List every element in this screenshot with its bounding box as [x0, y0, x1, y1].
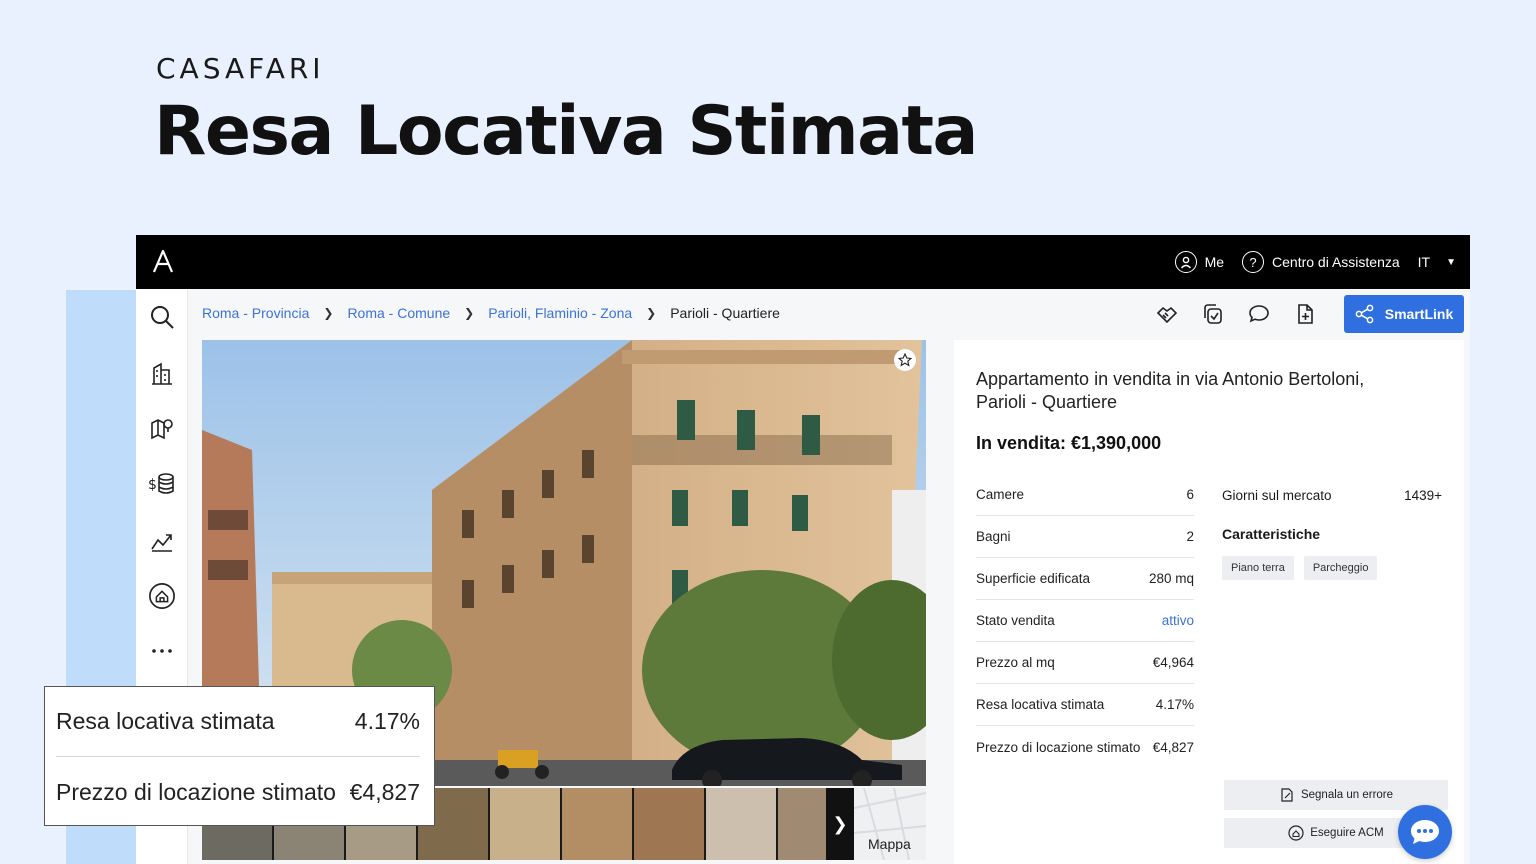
help-label: Centro di Assistenza — [1272, 254, 1400, 270]
fact-row: Prezzo al mq €4,964 — [976, 642, 1194, 684]
fact-value: 2 — [1186, 529, 1194, 544]
fact-row: Stato vendita attivo — [976, 600, 1194, 642]
fact-label: Superficie edificata — [976, 571, 1091, 586]
search-icon[interactable] — [148, 303, 176, 331]
fact-value: 6 — [1186, 487, 1194, 502]
fact-row: Bagni 2 — [976, 516, 1194, 558]
fact-label: Camere — [976, 487, 1025, 502]
smartlink-button[interactable]: SmartLink — [1344, 295, 1464, 333]
thumbnail[interactable] — [562, 788, 632, 860]
thumbnail[interactable] — [706, 788, 776, 860]
casafari-logo-icon[interactable] — [150, 248, 176, 274]
callout-yield-row: Resa locativa stimata 4.17% — [56, 687, 420, 757]
chevron-right-icon[interactable]: ❯ — [826, 788, 854, 860]
listing-detail-card: Appartamento in vendita in via Antonio B… — [954, 340, 1464, 864]
fact-row: Resa locativa stimata 4.17% — [976, 684, 1194, 726]
help-center-link[interactable]: ? Centro di Assistenza — [1242, 251, 1400, 273]
map-pin-icon[interactable] — [148, 414, 176, 442]
features-title: Caratteristiche — [1222, 526, 1321, 542]
fact-label: Stato vendita — [976, 613, 1055, 628]
breadcrumb-zone[interactable]: Parioli, Flaminio - Zona — [488, 305, 632, 321]
breadcrumb-province[interactable]: Roma - Provincia — [202, 305, 309, 321]
language-select[interactable]: IT ▼ — [1418, 254, 1456, 270]
report-error-button[interactable]: Segnala un errore — [1224, 780, 1448, 810]
money-stack-icon[interactable]: $ — [148, 470, 176, 498]
chart-icon[interactable] — [148, 526, 176, 554]
chevron-right-icon: ❯ — [646, 306, 657, 320]
chevron-right-icon: ❯ — [323, 306, 334, 320]
edit-icon — [1281, 788, 1293, 802]
fact-label: Resa locativa stimata — [976, 697, 1105, 712]
acm-label: Eseguire ACM — [1310, 827, 1384, 839]
favorite-star-icon[interactable] — [894, 349, 916, 371]
fact-value: 4.17% — [1155, 697, 1194, 712]
listing-toolbar: SmartLink — [1154, 295, 1464, 333]
smartlink-label: SmartLink — [1384, 306, 1454, 322]
svg-text:$: $ — [148, 477, 157, 493]
fact-row: Prezzo di locazione stimato €4,827 — [976, 726, 1194, 768]
breadcrumb-municipality[interactable]: Roma - Comune — [347, 305, 450, 321]
duplicate-check-icon[interactable] — [1200, 301, 1226, 327]
fact-label: Bagni — [976, 529, 1011, 544]
chat-support-icon[interactable] — [1398, 805, 1452, 859]
thumbnail[interactable] — [490, 788, 560, 860]
breadcrumb: Roma - Provincia ❯ Roma - Comune ❯ Pario… — [202, 305, 780, 321]
help-icon: ? — [1242, 251, 1265, 273]
fact-row: Superficie edificata 280 mq — [976, 558, 1194, 600]
user-icon — [1174, 251, 1197, 273]
fact-label: Prezzo di locazione stimato — [976, 739, 1141, 755]
fact-value: €4,827 — [1152, 739, 1194, 755]
feature-tag: Piano terra — [1222, 556, 1294, 580]
rental-yield-callout: Resa locativa stimata 4.17% Prezzo di lo… — [44, 686, 435, 826]
fact-value: €4,964 — [1152, 655, 1194, 670]
callout-yield-value: 4.17% — [354, 708, 420, 734]
hero-title: Resa Locativa Stimata — [154, 92, 978, 171]
handshake-icon[interactable] — [1154, 301, 1180, 327]
me-label: Me — [1204, 254, 1225, 270]
report-error-label: Segnala un errore — [1300, 789, 1394, 801]
listing-title: Appartamento in vendita in via Antonio B… — [976, 369, 1365, 412]
topbar: Me ? Centro di Assistenza IT ▼ — [136, 235, 1470, 289]
breadcrumb-neighborhood: Parioli - Quartiere — [670, 305, 780, 321]
fact-value: 280 mq — [1148, 571, 1194, 586]
brand-logo: CASAFARI — [156, 52, 325, 85]
map-thumbnail[interactable]: Mappa — [853, 787, 927, 861]
listing-side-info: Giorni sul mercato 1439+ Caratteristiche… — [1222, 474, 1442, 580]
caret-down-icon: ▼ — [1446, 256, 1456, 268]
language-label: IT — [1417, 254, 1431, 270]
feature-tag: Parcheggio — [1303, 556, 1378, 580]
days-on-market-row: Giorni sul mercato 1439+ — [1222, 474, 1442, 516]
callout-rent-value: €4,827 — [349, 778, 420, 805]
feature-tags: Piano terra Parcheggio — [1222, 556, 1442, 580]
comment-icon[interactable] — [1246, 301, 1272, 327]
map-label: Mappa — [868, 836, 911, 852]
callout-yield-label: Resa locativa stimata — [56, 708, 275, 734]
thumbnail[interactable] — [634, 788, 704, 860]
building-icon[interactable] — [148, 359, 176, 387]
listing-facts: Camere 6 Bagni 2 Superficie edificata 28… — [976, 474, 1194, 768]
me-menu[interactable]: Me — [1174, 251, 1225, 273]
more-icon[interactable] — [148, 637, 176, 665]
callout-rent-label: Prezzo di locazione stimato — [56, 778, 336, 805]
home-target-icon — [1288, 825, 1304, 841]
sale-status-link[interactable]: attivo — [1162, 613, 1194, 628]
add-document-icon[interactable] — [1292, 301, 1318, 327]
listing-price: In vendita: €1,390,000 — [976, 433, 1162, 453]
chevron-right-icon: ❯ — [464, 306, 475, 320]
callout-rent-row: Prezzo di locazione stimato €4,827 — [56, 757, 420, 827]
fact-row: Camere 6 — [976, 474, 1194, 516]
days-label: Giorni sul mercato — [1222, 487, 1332, 503]
home-target-icon[interactable] — [148, 582, 176, 610]
days-value: 1439+ — [1404, 487, 1442, 503]
fact-label: Prezzo al mq — [976, 655, 1055, 670]
share-icon — [1355, 304, 1374, 324]
